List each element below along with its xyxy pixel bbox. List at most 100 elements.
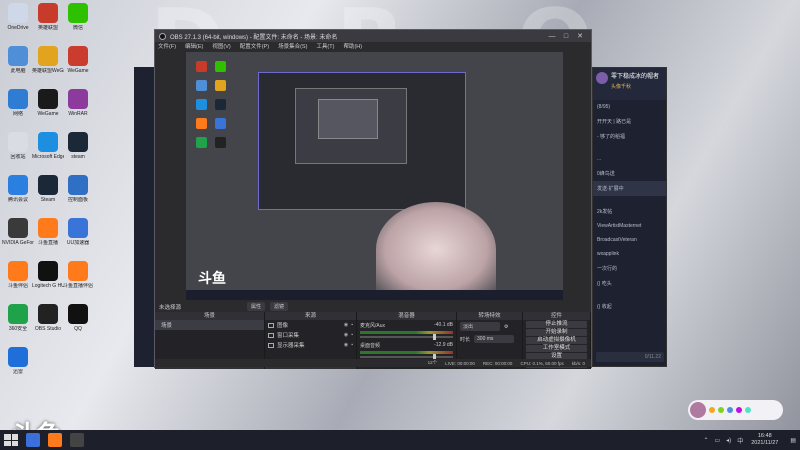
lock-icon[interactable]: ▪ [351,342,353,348]
duration-input[interactable]: 300 ms [474,335,515,343]
volume-slider[interactable] [360,354,453,360]
source-item[interactable]: 窗口采集 ◉ ▪ [265,330,356,340]
app-icon [38,304,58,324]
app-icon [38,175,58,195]
scene-item[interactable]: 场景 [155,320,264,330]
desktop-icon[interactable]: 英雄联盟WeGame [32,46,64,74]
desktop-icon-label: WeGame [67,68,89,74]
minimize-button[interactable]: — [545,33,559,40]
notification-icon[interactable]: ▤ [790,437,796,444]
network-icon[interactable]: ▭ [715,437,721,444]
maximize-button[interactable]: □ [559,33,573,40]
source-item-label: 窗口采集 [277,333,300,339]
desktop-icon[interactable]: 控制面板 [62,175,94,203]
desktop-icon[interactable]: UU加速器 [62,218,94,246]
desktop-icon-label: 斗鱼伴侣 [7,283,28,289]
menu-edit[interactable]: 编辑(E) [185,42,203,52]
live-status: LIVE: 00:00:00 [445,360,475,366]
desktop-icon[interactable]: Logitech G HUB [32,261,64,289]
desktop-icon[interactable]: WinRAR [62,89,94,117]
desktop-icon[interactable]: WeGame [32,89,64,117]
desktop-icon[interactable]: 斗鱼直播伴侣 [62,261,94,289]
windows-start-icon[interactable] [4,434,18,446]
chat-message [593,144,666,152]
source-item[interactable]: 图像 ◉ ▪ [265,320,356,330]
taskbar-app-icon[interactable] [48,433,62,447]
menu-help[interactable]: 帮助(H) [343,42,362,52]
desktop-icon[interactable]: 迅雷 [2,347,34,375]
desktop-icon[interactable]: 此电脑 [2,46,34,74]
eye-icon[interactable]: ◉ [344,332,348,338]
desktop-icon[interactable]: NVIDIA GeForce [2,218,34,246]
filters-button[interactable]: 滤镜 [270,302,289,311]
desktop-icon[interactable]: 英雄联盟 [32,3,64,31]
desktop-icon[interactable]: steam [62,132,94,160]
desktop-icon[interactable]: 360安全 [2,304,34,332]
app-icon [8,347,28,367]
desktop-icon[interactable]: 网络 [2,89,34,117]
close-button[interactable]: ✕ [573,32,587,40]
chat-avatar[interactable] [596,72,608,84]
tray-arrow-icon[interactable]: ⌃ [703,437,708,444]
volume-icon[interactable]: ◂) [726,437,731,444]
obs-titlebar[interactable]: OBS 27.1.3 (64-bit, windows) - 配置文件: 未命名… [155,30,591,42]
app-icon [8,132,28,152]
app-icon [8,46,28,66]
desktop-icon-label: 迅雷 [12,369,23,375]
background-app-strip [134,67,154,367]
desktop-icon[interactable]: OneDrive [2,3,34,31]
app-icon [8,175,28,195]
desktop-icon-label: Microsoft Edge [32,154,64,160]
desktop-icon[interactable]: QQ [62,304,94,332]
volume-slider[interactable] [360,334,453,340]
volume-slider-knob[interactable] [432,334,436,340]
system-tray: ⌃ ▭ ◂) 中 16:48 2021/11/27 ▤ [697,430,800,450]
desktop-icon-label: 斗鱼直播伴侣 [62,283,93,289]
assistant-avatar[interactable] [690,402,706,418]
source-item[interactable]: 显示器采集 ◉ ▪ [265,340,356,350]
menu-profile[interactable]: 配置文件(P) [240,42,269,52]
desktop-icon[interactable]: 微信 [62,3,94,31]
lock-icon[interactable]: ▪ [351,322,353,328]
preview-icon [215,61,226,72]
menu-tools[interactable]: 工具(T) [316,42,334,52]
desktop-icon-label: 腾讯会议 [7,197,28,203]
preview-douyu-logo: 斗鱼 [198,271,226,287]
taskbar-clock[interactable]: 16:48 2021/11/27 [751,433,778,447]
start-recording-button[interactable]: 开始录制 [526,329,587,336]
obs-preview-canvas[interactable]: 斗鱼 [186,52,563,300]
properties-button[interactable]: 属性 [247,302,266,311]
preview-icon [196,61,207,72]
desktop-icon-label: QQ [74,326,82,332]
transition-type-select[interactable]: 淡出 [460,322,500,331]
desktop-icon[interactable]: WeGame [62,46,94,74]
ime-indicator[interactable]: 中 [737,436,743,445]
taskbar-app-icon[interactable] [26,433,40,447]
mixer-channel-db: -40.1 dB [434,322,453,328]
menu-view[interactable]: 视图(V) [212,42,230,52]
menu-scene-collection[interactable]: 场景集合(S) [278,42,307,52]
virtual-camera-button[interactable]: 启动虚拟摄像机 [526,337,587,344]
desktop-icon[interactable]: OBS Studio [32,304,64,332]
mixer-header: 混音器 [357,312,456,320]
eye-icon[interactable]: ◉ [344,322,348,328]
desktop-icon[interactable]: Microsoft Edge [32,132,64,160]
desktop-icon[interactable]: 腾讯会议 [2,175,34,203]
desktop-icon[interactable]: 斗鱼直播 [32,218,64,246]
studio-mode-button[interactable]: 工作室模式 [526,345,587,352]
transition-settings-icon[interactable]: ⚙ [504,324,508,330]
desktop-icon[interactable]: Steam [32,175,64,203]
desktop-icon[interactable]: 斗鱼伴侣 [2,261,34,289]
app-icon [68,175,88,195]
taskbar-app-icon[interactable] [70,433,84,447]
chat-input[interactable]: 0/11.22 [596,352,664,362]
menu-file[interactable]: 文件(F) [158,42,176,52]
lock-icon[interactable]: ▪ [351,332,353,338]
obs-window: OBS 27.1.3 (64-bit, windows) - 配置文件: 未命名… [154,29,592,369]
desktop-icon[interactable]: 回收站 [2,132,34,160]
eye-icon[interactable]: ◉ [344,342,348,348]
stop-streaming-button[interactable]: 停止推流 [526,321,587,328]
scene-item-label: 场景 [161,323,173,329]
preview-desktop-icons [192,58,248,153]
floating-assistant-widget[interactable] [688,400,783,420]
